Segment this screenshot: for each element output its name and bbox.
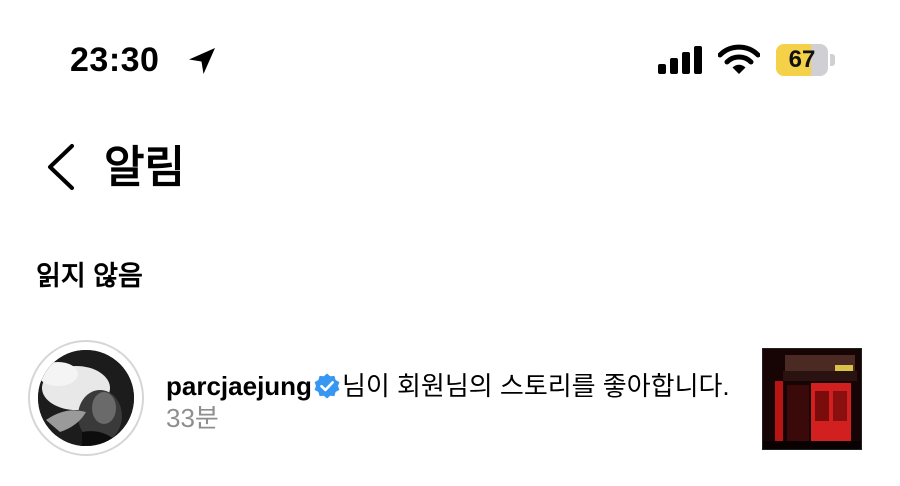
page-title: 알림 <box>104 143 185 192</box>
verified-badge-icon <box>314 373 340 399</box>
wifi-icon <box>718 44 760 74</box>
story-thumbnail-image <box>763 349 861 449</box>
avatar-photo <box>38 350 134 446</box>
notification-text: parcjaejung 님이 회원님의 스토리를 좋아합니다. 33분 <box>166 370 736 434</box>
avatar[interactable] <box>38 350 134 446</box>
notification-time: 33분 <box>166 403 219 433</box>
notification-message: 님이 회원님의 스토리를 좋아합니다. <box>341 371 730 401</box>
battery-percent: 67 <box>788 46 816 73</box>
story-thumbnail[interactable] <box>762 348 862 450</box>
notifications-screen: 23:30 67 알림 읽지 않음 parcjaejung 님이 회원님의 스토… <box>0 0 900 486</box>
battery-indicator: 67 <box>776 44 828 76</box>
location-arrow-icon <box>189 48 215 74</box>
section-unread-label: 읽지 않음 <box>36 261 143 291</box>
notification-item[interactable]: parcjaejung 님이 회원님의 스토리를 좋아합니다. 33분 <box>0 336 900 466</box>
notification-username[interactable]: parcjaejung <box>166 371 312 401</box>
story-ring[interactable] <box>28 340 144 456</box>
battery-cap <box>830 54 835 66</box>
chevron-left-icon <box>48 144 74 190</box>
back-button[interactable] <box>42 142 82 192</box>
cellular-signal-icon <box>658 46 702 74</box>
status-time: 23:30 <box>70 41 160 79</box>
